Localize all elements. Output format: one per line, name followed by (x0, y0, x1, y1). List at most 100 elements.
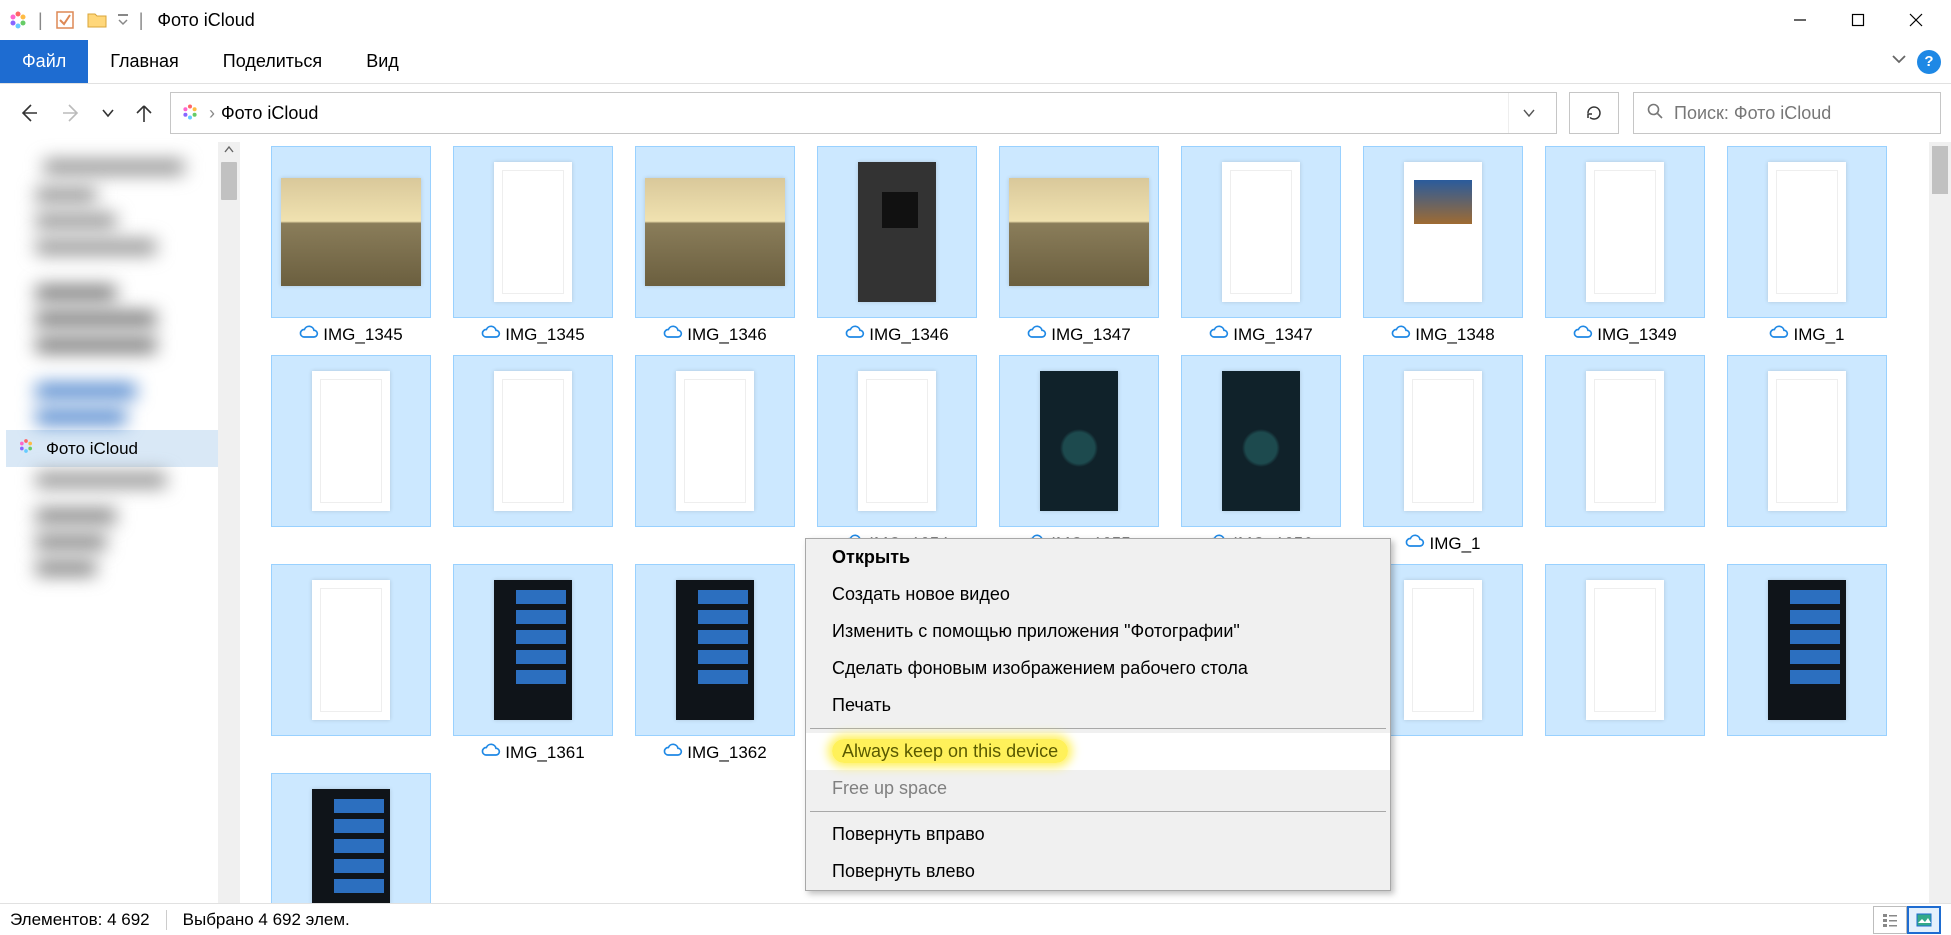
sidebar-item[interactable] (6, 280, 234, 306)
separator: | (139, 10, 144, 31)
file-item[interactable] (260, 773, 442, 903)
breadcrumb-chevron-icon[interactable]: › (209, 103, 215, 124)
scroll-up-icon[interactable] (223, 144, 235, 156)
search-box[interactable]: Поиск: Фото iCloud (1633, 92, 1941, 134)
address-bar[interactable]: › Фото iCloud (170, 92, 1557, 134)
context-menu-print[interactable]: Печать (806, 687, 1390, 724)
file-caption: IMG_1346 (659, 318, 770, 351)
file-name: IMG_1 (1429, 534, 1480, 554)
sidebar-item[interactable] (6, 152, 234, 182)
quick-menu-dropdown-icon[interactable] (115, 6, 131, 34)
file-item[interactable] (1534, 355, 1716, 560)
content-scrollbar[interactable] (1929, 142, 1951, 903)
sidebar-item[interactable] (6, 503, 234, 529)
file-item[interactable] (442, 355, 624, 560)
view-details-button[interactable] (1873, 906, 1907, 934)
maximize-button[interactable] (1829, 1, 1887, 39)
file-name: IMG_1347 (1233, 325, 1312, 345)
file-caption: IMG_1345 (477, 318, 588, 351)
context-menu-keep-on-device[interactable]: Always keep on this device (806, 733, 1390, 770)
status-separator (166, 910, 167, 930)
cloud-icon (663, 742, 683, 763)
up-button[interactable] (126, 95, 162, 131)
scrollbar-thumb[interactable] (221, 162, 237, 200)
file-item[interactable]: IMG_1354 (806, 355, 988, 560)
tab-home[interactable]: Главная (88, 40, 201, 83)
close-button[interactable] (1887, 1, 1945, 39)
quick-access-check-icon[interactable] (51, 6, 79, 34)
view-thumbnails-button[interactable] (1907, 906, 1941, 934)
file-name: IMG_1346 (687, 325, 766, 345)
history-dropdown-icon[interactable] (98, 95, 118, 131)
scrollbar-thumb[interactable] (1932, 146, 1948, 194)
cloud-icon (1391, 324, 1411, 345)
search-icon (1646, 102, 1664, 125)
context-menu-new-video[interactable]: Создать новое видео (806, 576, 1390, 613)
file-item[interactable]: IMG_1346 (806, 146, 988, 351)
separator: | (38, 10, 43, 31)
titlebar: | | Фото iCloud (0, 0, 1951, 40)
file-item[interactable]: IMG_1348 (1352, 146, 1534, 351)
sidebar-item[interactable] (6, 404, 234, 430)
cloud-icon (663, 324, 683, 345)
tab-file[interactable]: Файл (0, 40, 88, 83)
tab-share[interactable]: Поделиться (201, 40, 344, 83)
file-item[interactable]: IMG_1361 (442, 564, 624, 769)
file-name: IMG_1346 (869, 325, 948, 345)
refresh-button[interactable] (1569, 92, 1619, 134)
file-item[interactable]: IMG_1349 (1534, 146, 1716, 351)
status-item-count: Элементов: 4 692 (10, 910, 150, 930)
sidebar-item[interactable] (6, 378, 234, 404)
file-item[interactable]: IMG_1347 (1170, 146, 1352, 351)
sidebar-item[interactable] (6, 332, 234, 358)
file-item[interactable]: IMG_1356 (1170, 355, 1352, 560)
file-item[interactable] (1716, 564, 1898, 769)
file-caption: IMG_1 (1401, 527, 1484, 560)
file-item[interactable] (624, 355, 806, 560)
file-item[interactable] (1716, 355, 1898, 560)
file-name: IMG_1347 (1051, 325, 1130, 345)
sidebar-item[interactable] (6, 555, 234, 581)
context-menu-rotate-right[interactable]: Повернуть вправо (806, 816, 1390, 853)
file-item[interactable]: IMG_1345 (442, 146, 624, 351)
context-menu-rotate-left[interactable]: Повернуть влево (806, 853, 1390, 890)
minimize-button[interactable] (1771, 1, 1829, 39)
cloud-icon (1027, 324, 1047, 345)
folder-icon[interactable] (83, 6, 111, 34)
file-item[interactable] (260, 355, 442, 560)
sidebar-item[interactable] (6, 306, 234, 332)
ribbon-expand-icon[interactable] (1891, 51, 1907, 72)
tab-view[interactable]: Вид (344, 40, 421, 83)
cloud-icon (481, 324, 501, 345)
status-selected-count: Выбрано 4 692 элем. (183, 910, 350, 930)
sidebar-item-label: Фото iCloud (46, 439, 138, 459)
search-placeholder: Поиск: Фото iCloud (1674, 103, 1831, 124)
context-menu-edit-photos[interactable]: Изменить с помощью приложения "Фотографи… (806, 613, 1390, 650)
sidebar-item[interactable] (6, 467, 234, 493)
breadcrumb-location[interactable]: Фото iCloud (221, 103, 318, 124)
sidebar-item-photos-icloud[interactable]: Фото iCloud (6, 430, 234, 467)
file-item[interactable]: IMG_1347 (988, 146, 1170, 351)
sidebar-item[interactable] (6, 529, 234, 555)
file-item[interactable]: IMG_1 (1352, 355, 1534, 560)
file-item[interactable] (260, 564, 442, 769)
file-item[interactable]: IMG_1346 (624, 146, 806, 351)
file-name: IMG_1362 (687, 743, 766, 763)
cloud-icon (299, 324, 319, 345)
forward-button[interactable] (54, 95, 90, 131)
help-icon[interactable]: ? (1917, 50, 1941, 74)
file-item[interactable]: IMG_1345 (260, 146, 442, 351)
file-item[interactable] (1534, 564, 1716, 769)
content-area: IMG_1345 IMG_1345 IMG_1346 IMG_1346 IMG_1347… (240, 142, 1951, 903)
file-item[interactable]: IMG_1362 (624, 564, 806, 769)
file-item[interactable]: IMG_1 (1716, 146, 1898, 351)
context-menu-open[interactable]: Открыть (806, 539, 1390, 576)
back-button[interactable] (10, 95, 46, 131)
address-dropdown-icon[interactable] (1508, 93, 1548, 133)
file-item[interactable]: IMG_1355 (988, 355, 1170, 560)
sidebar-item[interactable] (6, 208, 234, 234)
sidebar-item[interactable] (6, 182, 234, 208)
context-menu-set-wallpaper[interactable]: Сделать фоновым изображением рабочего ст… (806, 650, 1390, 687)
sidebar-scrollbar[interactable] (218, 142, 240, 903)
sidebar-item[interactable] (6, 234, 234, 260)
